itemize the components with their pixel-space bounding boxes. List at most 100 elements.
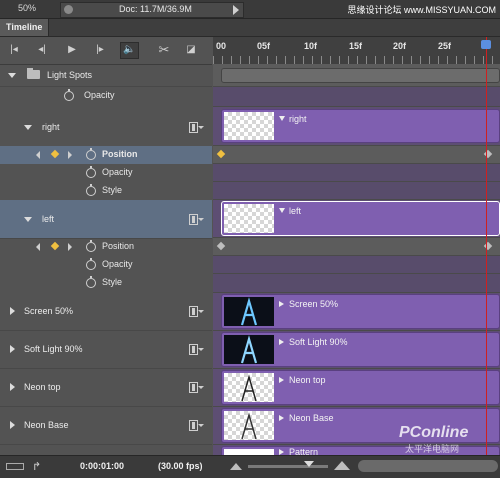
expand-arrow-icon[interactable] [10, 307, 15, 315]
watermark-top: 思缘设计论坛 www.MISSYUAN.COM [347, 5, 496, 15]
go-to-first-frame-icon[interactable]: |◂ [6, 43, 22, 57]
playhead-handle[interactable] [481, 40, 491, 49]
prop-row-left-style: Style [0, 274, 212, 292]
stopwatch-icon[interactable] [86, 240, 96, 252]
layer-name: left [42, 214, 55, 224]
track-soft-light-90: Soft Light 90% [213, 331, 500, 369]
render-video-icon[interactable]: ↱ [32, 460, 41, 473]
chevron-down-icon[interactable] [198, 310, 204, 313]
track-left-opacity [213, 256, 500, 274]
clip-name: right [289, 114, 307, 124]
clip-thumbnail [224, 112, 274, 140]
stopwatch-icon[interactable] [86, 166, 96, 178]
chevron-down-icon[interactable] [198, 126, 204, 129]
clip-expand-icon[interactable] [279, 415, 284, 421]
film-icon[interactable] [189, 306, 198, 317]
layer-row-neon-base[interactable]: Neon Base [0, 407, 212, 445]
film-icon[interactable] [189, 344, 198, 355]
timeline-track-area[interactable]: 00 05f 10f 15f 20f 25f right left Screen… [213, 37, 500, 455]
zoom-out-icon[interactable] [230, 463, 242, 470]
doc-info-box[interactable]: Doc: 11.7M/36.9M [60, 2, 244, 18]
prev-keyframe-icon[interactable] [36, 151, 40, 159]
stopwatch-icon[interactable] [86, 148, 96, 160]
film-icon[interactable] [189, 214, 198, 225]
doc-info-arrow-icon[interactable] [233, 5, 239, 15]
clip-right[interactable]: right [221, 109, 500, 143]
zoom-slider[interactable] [248, 465, 328, 468]
stopwatch-icon[interactable] [86, 276, 96, 288]
track-neon-top: Neon top [213, 369, 500, 407]
keyframe-marker[interactable] [216, 149, 226, 159]
stopwatch-icon[interactable] [86, 184, 96, 196]
stopwatch-icon[interactable] [86, 258, 96, 270]
doc-info-icon [64, 5, 73, 14]
clip-name: Screen 50% [289, 299, 339, 309]
zoom-in-icon[interactable] [334, 461, 350, 470]
chevron-down-icon[interactable] [198, 424, 204, 427]
stopwatch-icon[interactable] [64, 89, 74, 101]
tab-timeline[interactable]: Timeline [0, 19, 49, 36]
transition-icon[interactable]: ◪ [183, 43, 199, 57]
group-clip-bar[interactable] [221, 68, 500, 83]
expand-arrow-icon[interactable] [24, 125, 32, 130]
clip-name: left [289, 206, 302, 216]
next-keyframe-icon[interactable] [68, 151, 72, 159]
layer-row-screen-50[interactable]: Screen 50% [0, 293, 212, 331]
layer-row-right[interactable]: right [0, 107, 212, 147]
clip-expand-icon[interactable] [279, 116, 285, 121]
clip-thumbnail [224, 335, 274, 364]
expand-arrow-icon[interactable] [24, 217, 32, 222]
watermark-pconline-sub: 太平洋电脑网 [405, 444, 460, 454]
time-ruler[interactable]: 00 05f 10f 15f 20f 25f [213, 37, 500, 65]
layer-name: Light Spots [47, 70, 93, 80]
play-icon[interactable]: ▶ [64, 43, 80, 57]
ruler-tick: 10f [304, 41, 318, 51]
clip-neon-top[interactable]: Neon top [221, 370, 500, 405]
chevron-down-icon[interactable] [198, 386, 204, 389]
keyframe-marker[interactable] [216, 241, 226, 251]
prev-keyframe-icon[interactable] [36, 243, 40, 251]
frame-animation-toggle-icon[interactable] [6, 463, 24, 470]
playhead-line[interactable] [486, 37, 487, 455]
next-frame-icon[interactable]: |▸ [92, 43, 108, 57]
clip-thumbnail [224, 204, 274, 233]
film-icon[interactable] [189, 382, 198, 393]
next-keyframe-icon[interactable] [68, 243, 72, 251]
layer-row-light-spots[interactable]: Light Spots [0, 64, 212, 87]
chevron-down-icon[interactable] [198, 218, 204, 221]
clip-expand-icon[interactable] [279, 208, 285, 213]
layer-row-left[interactable]: left [0, 200, 212, 239]
chevron-down-icon[interactable] [198, 348, 204, 351]
split-scissors-icon[interactable]: ✂ [156, 43, 172, 57]
ruler-tick: 15f [349, 41, 363, 51]
film-icon[interactable] [189, 420, 198, 431]
clip-expand-icon[interactable] [279, 377, 284, 383]
track-screen-50: Screen 50% [213, 293, 500, 331]
audio-toggle-icon[interactable]: 🔈 [120, 42, 139, 59]
clip-left[interactable]: left [221, 201, 500, 236]
track-right-style [213, 182, 500, 200]
timeline-scrollbar[interactable] [358, 460, 498, 472]
layer-row-soft-light-90[interactable]: Soft Light 90% [0, 331, 212, 369]
layer-name: Neon top [24, 382, 61, 392]
keyframe-toggle-icon[interactable] [50, 241, 60, 251]
track-right-opacity [213, 164, 500, 182]
previous-frame-icon[interactable]: ◂| [34, 43, 50, 57]
expand-arrow-icon[interactable] [10, 421, 15, 429]
keyframe-toggle-icon[interactable] [50, 149, 60, 159]
clip-name: Pattern [289, 447, 319, 455]
clip-thumbnail [224, 297, 274, 326]
clip-screen-50[interactable]: Screen 50% [221, 294, 500, 329]
outline-a-glyph-icon [241, 374, 257, 402]
expand-arrow-icon[interactable] [10, 383, 15, 391]
layer-row-neon-top[interactable]: Neon top [0, 369, 212, 407]
zoom-slider-knob[interactable] [304, 461, 314, 467]
film-icon[interactable] [189, 122, 198, 133]
clip-soft-light-90[interactable]: Soft Light 90% [221, 332, 500, 367]
ruler-tick-marks [213, 56, 500, 64]
expand-arrow-icon[interactable] [8, 73, 16, 78]
clip-expand-icon[interactable] [279, 339, 284, 345]
expand-arrow-icon[interactable] [10, 345, 15, 353]
clip-expand-icon[interactable] [279, 301, 284, 307]
zoom-level[interactable]: 50% [18, 3, 36, 13]
